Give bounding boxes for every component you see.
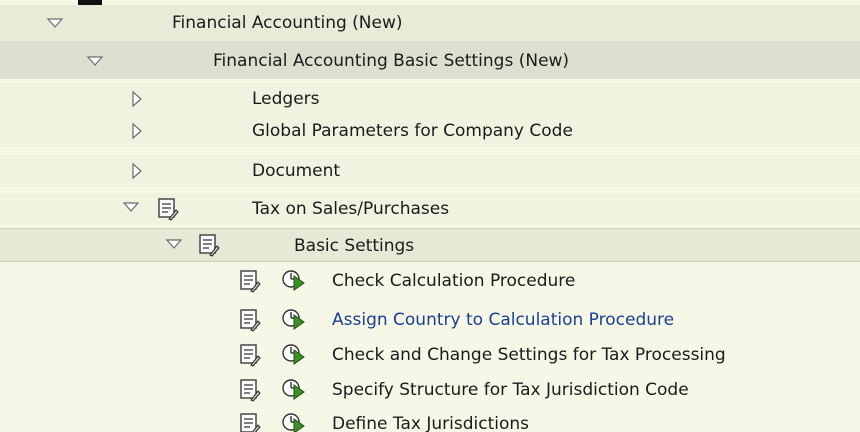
- tree-node-label: Document: [252, 161, 341, 181]
- triangle-down-icon[interactable]: [122, 198, 140, 216]
- tree-node-label: Specify Structure for Tax Jurisdiction C…: [332, 380, 689, 400]
- tree-node-label: Financial Accounting (New): [172, 13, 403, 33]
- triangle-right-icon[interactable]: [128, 90, 146, 108]
- tree-node-label: Check and Change Settings for Tax Proces…: [332, 345, 726, 365]
- img-tree: Financial Accounting (New) Financial Acc…: [0, 0, 860, 432]
- tree-node-check-calculation-procedure[interactable]: Check Calculation Procedure: [0, 265, 860, 297]
- tree-node-document[interactable]: Document: [0, 155, 860, 187]
- tree-node-fa-basic-settings[interactable]: Financial Accounting Basic Settings (New…: [0, 41, 860, 79]
- tree-node-label: Ledgers: [252, 89, 320, 109]
- tree-node-global-parameters[interactable]: Global Parameters for Company Code: [0, 115, 860, 147]
- tree-node-check-change-settings[interactable]: Check and Change Settings for Tax Proces…: [0, 339, 860, 371]
- tree-node-label: Check Calculation Procedure: [332, 271, 576, 291]
- documentation-icon[interactable]: [239, 308, 261, 332]
- tree-node-financial-accounting[interactable]: Financial Accounting (New): [0, 5, 860, 41]
- tree-node-label-link[interactable]: Assign Country to Calculation Procedure: [332, 310, 674, 330]
- tree-node-label: Basic Settings: [294, 236, 415, 256]
- tree-node-label: Global Parameters for Company Code: [252, 121, 573, 141]
- triangle-down-icon[interactable]: [86, 52, 104, 70]
- tree-node-label: Define Tax Jurisdictions: [332, 414, 529, 432]
- execute-clock-icon[interactable]: [281, 307, 305, 331]
- documentation-icon[interactable]: [198, 233, 220, 257]
- tree-node-define-tax-jurisdictions[interactable]: Define Tax Jurisdictions: [0, 408, 860, 432]
- triangle-down-icon[interactable]: [165, 235, 183, 253]
- documentation-icon[interactable]: [239, 378, 261, 402]
- triangle-right-icon[interactable]: [128, 122, 146, 140]
- tree-node-specify-structure[interactable]: Specify Structure for Tax Jurisdiction C…: [0, 374, 860, 406]
- execute-clock-icon[interactable]: [281, 377, 305, 401]
- tree-node-tax-on-sales[interactable]: Tax on Sales/Purchases: [0, 193, 860, 225]
- tree-node-basic-settings[interactable]: Basic Settings: [0, 228, 860, 262]
- triangle-right-icon[interactable]: [128, 162, 146, 180]
- tree-node-label: Financial Accounting Basic Settings (New…: [213, 51, 570, 71]
- documentation-icon[interactable]: [239, 412, 261, 432]
- tree-node-label: Tax on Sales/Purchases: [252, 199, 450, 219]
- execute-clock-icon[interactable]: [281, 268, 305, 292]
- documentation-icon[interactable]: [239, 343, 261, 367]
- triangle-down-icon[interactable]: [46, 14, 64, 32]
- execute-clock-icon[interactable]: [281, 342, 305, 366]
- documentation-icon[interactable]: [157, 197, 179, 221]
- execute-clock-icon[interactable]: [281, 411, 305, 432]
- tree-node-ledgers[interactable]: Ledgers: [0, 83, 860, 115]
- documentation-icon[interactable]: [239, 269, 261, 293]
- tree-node-assign-country[interactable]: Assign Country to Calculation Procedure: [0, 304, 860, 336]
